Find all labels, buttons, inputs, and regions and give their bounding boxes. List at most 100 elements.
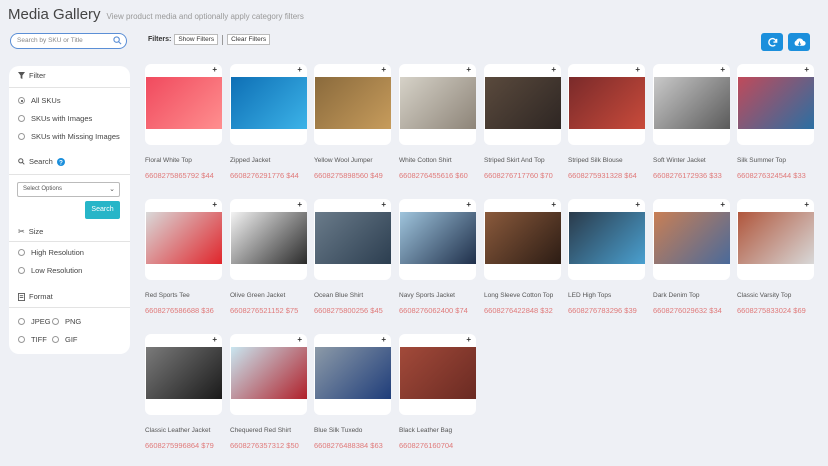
product-sku-price: 6608276488384 $63 [314, 441, 383, 450]
plus-icon[interactable]: + [466, 65, 471, 74]
plus-icon[interactable]: + [212, 335, 217, 344]
product-sku-price: 6608276029632 $34 [653, 306, 722, 315]
product-image[interactable] [400, 77, 476, 129]
plus-icon[interactable]: + [297, 65, 302, 74]
product-title: Silk Summer Top [737, 157, 787, 164]
radio-button[interactable] [18, 318, 25, 325]
plus-icon[interactable]: + [804, 65, 809, 74]
radio-gif[interactable]: GIF [52, 335, 78, 344]
plus-icon[interactable]: + [635, 65, 640, 74]
radio-all-skus[interactable]: All SKUs [18, 96, 61, 105]
product-card[interactable]: + [145, 334, 222, 415]
divider [9, 87, 130, 88]
radio-skus-with-images[interactable]: SKUs with Images [18, 114, 92, 123]
product-image[interactable] [315, 212, 391, 264]
product-card[interactable]: + [653, 64, 730, 145]
product-card[interactable]: + [399, 199, 476, 280]
plus-icon[interactable]: + [551, 200, 556, 209]
plus-icon[interactable]: + [635, 200, 640, 209]
radio-button[interactable] [18, 267, 25, 274]
plus-icon[interactable]: + [466, 200, 471, 209]
product-title: Soft Winter Jacket [653, 157, 706, 164]
cloud-download-icon [794, 37, 806, 46]
radio-button[interactable] [18, 115, 25, 122]
radio-high-resolution[interactable]: High Resolution [18, 248, 84, 257]
product-image[interactable] [315, 347, 391, 399]
plus-icon[interactable]: + [466, 335, 471, 344]
product-image[interactable] [400, 212, 476, 264]
plus-icon[interactable]: + [551, 65, 556, 74]
plus-icon[interactable]: + [297, 200, 302, 209]
options-select[interactable]: Select Options ⌄ [17, 182, 120, 197]
plus-icon[interactable]: + [381, 335, 386, 344]
radio-button[interactable] [18, 249, 25, 256]
product-card[interactable]: + [484, 64, 561, 145]
product-card[interactable]: + [568, 199, 645, 280]
radio-jpeg[interactable]: JPEG [18, 317, 51, 326]
product-sku-price: 6608276422848 $32 [484, 306, 553, 315]
product-image[interactable] [569, 77, 645, 129]
product-image[interactable] [485, 77, 561, 129]
divider [222, 34, 224, 45]
radio-tiff[interactable]: TIFF [18, 335, 47, 344]
plus-icon[interactable]: + [381, 200, 386, 209]
product-card[interactable]: + [314, 334, 391, 415]
product-image[interactable] [315, 77, 391, 129]
help-icon[interactable]: ? [56, 157, 65, 166]
search-input[interactable]: Search by SKU or Title [10, 33, 127, 49]
radio-button[interactable] [52, 336, 59, 343]
product-card[interactable]: + [399, 334, 476, 415]
refresh-button[interactable] [761, 33, 783, 51]
plus-icon[interactable]: + [212, 65, 217, 74]
product-image[interactable] [400, 347, 476, 399]
product-image[interactable] [485, 212, 561, 264]
product-title: Black Leather Bag [399, 427, 453, 434]
product-image[interactable] [231, 77, 307, 129]
product-image[interactable] [231, 347, 307, 399]
product-card[interactable]: + [484, 199, 561, 280]
product-card[interactable]: + [145, 64, 222, 145]
radio-button[interactable] [18, 133, 25, 140]
plus-icon[interactable]: + [720, 65, 725, 74]
product-image[interactable] [654, 212, 730, 264]
plus-icon[interactable]: + [297, 335, 302, 344]
radio-skus-missing-images[interactable]: SKUs with Missing Images [18, 132, 120, 141]
plus-icon[interactable]: + [212, 200, 217, 209]
plus-icon[interactable]: + [804, 200, 809, 209]
product-card[interactable]: + [314, 64, 391, 145]
product-image[interactable] [146, 212, 222, 264]
divider [9, 241, 130, 242]
show-filters-button[interactable]: Show Filters [174, 34, 219, 45]
search-icon[interactable] [113, 36, 122, 45]
product-sku-price: 6608276586688 $36 [145, 306, 214, 315]
product-image[interactable] [146, 347, 222, 399]
product-image[interactable] [654, 77, 730, 129]
product-card[interactable]: + [145, 199, 222, 280]
download-button[interactable] [788, 33, 810, 51]
radio-button[interactable] [18, 336, 25, 343]
product-card[interactable]: + [230, 199, 307, 280]
product-card[interactable]: + [737, 64, 814, 145]
product-card[interactable]: + [653, 199, 730, 280]
product-title: Dark Denim Top [653, 292, 700, 299]
product-card[interactable]: + [230, 334, 307, 415]
funnel-icon [18, 72, 25, 79]
clear-filters-button[interactable]: Clear Filters [227, 34, 271, 45]
product-card[interactable]: + [399, 64, 476, 145]
radio-button[interactable] [52, 318, 59, 325]
product-image[interactable] [569, 212, 645, 264]
search-button[interactable]: Search [85, 201, 120, 219]
plus-icon[interactable]: + [720, 200, 725, 209]
radio-button[interactable] [18, 97, 25, 104]
radio-png[interactable]: PNG [52, 317, 81, 326]
product-image[interactable] [146, 77, 222, 129]
product-card[interactable]: + [230, 64, 307, 145]
product-image[interactable] [738, 77, 814, 129]
product-card[interactable]: + [568, 64, 645, 145]
product-card[interactable]: + [314, 199, 391, 280]
plus-icon[interactable]: + [381, 65, 386, 74]
product-image[interactable] [231, 212, 307, 264]
radio-low-resolution[interactable]: Low Resolution [18, 266, 82, 275]
product-image[interactable] [738, 212, 814, 264]
product-card[interactable]: + [737, 199, 814, 280]
